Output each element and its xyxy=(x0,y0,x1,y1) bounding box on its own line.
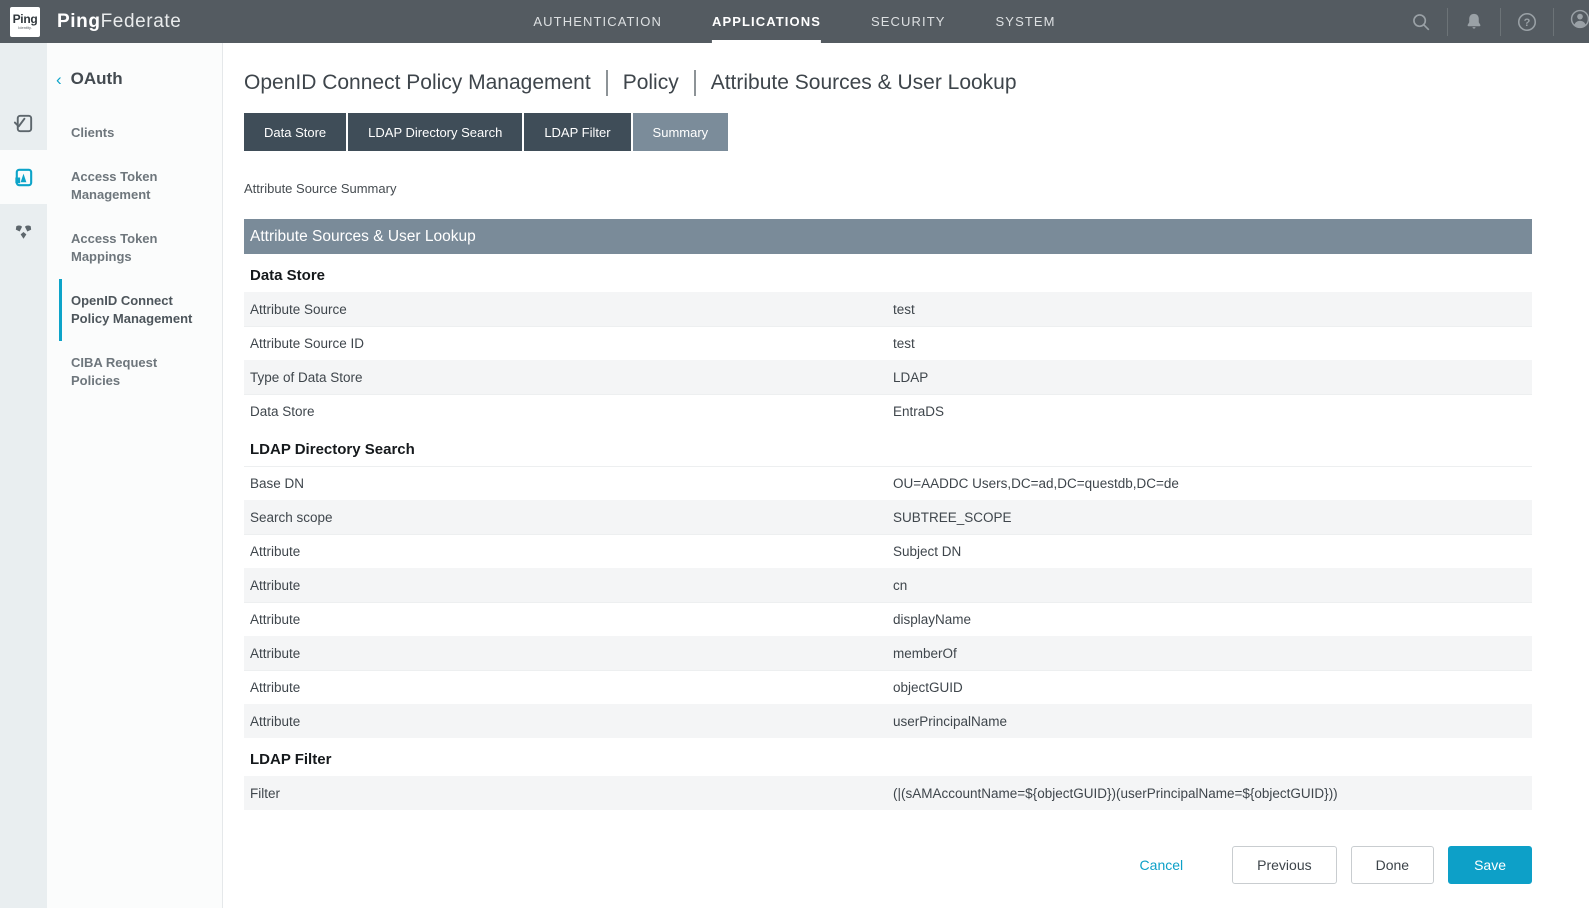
row-value: SUBTREE_SCOPE xyxy=(893,510,1532,525)
chevron-left-icon: ‹ xyxy=(56,71,62,88)
top-nav-applications[interactable]: APPLICATIONS xyxy=(712,0,821,43)
top-nav-bar: Ping Identity. PingFederate AUTHENTICATI… xyxy=(0,0,1589,43)
table-body: Data StoreAttribute SourcetestAttribute … xyxy=(244,267,1532,810)
breadcrumb-part: OpenID Connect Policy Management xyxy=(244,71,591,95)
row-label: Attribute xyxy=(244,578,893,593)
top-nav-authentication[interactable]: AUTHENTICATION xyxy=(533,0,662,43)
app-title-light: Federate xyxy=(101,11,182,32)
table-row: AttributeuserPrincipalName xyxy=(244,704,1532,738)
row-value: Subject DN xyxy=(893,544,1532,559)
sidebar-item-access-token-management[interactable]: Access Token Management xyxy=(59,155,222,217)
sidebar-items: ClientsAccess Token ManagementAccess Tok… xyxy=(47,111,222,403)
top-nav-system[interactable]: SYSTEM xyxy=(996,0,1056,43)
row-value: LDAP xyxy=(893,370,1532,385)
row-value: test xyxy=(893,336,1532,351)
breadcrumb-separator xyxy=(694,70,696,96)
table-row: AttributeobjectGUID xyxy=(244,670,1532,704)
row-value: cn xyxy=(893,578,1532,593)
sidebar-item-clients[interactable]: Clients xyxy=(59,111,222,155)
row-label: Search scope xyxy=(244,510,893,525)
table-row: Search scopeSUBTREE_SCOPE xyxy=(244,500,1532,534)
row-value: EntraDS xyxy=(893,404,1532,419)
row-label: Attribute xyxy=(244,714,893,729)
user-avatar-icon[interactable] xyxy=(1569,8,1589,30)
section-title-ldap-directory-search: LDAP Directory Search xyxy=(250,441,1532,458)
table-row: Attribute Sourcetest xyxy=(244,292,1532,326)
table-row: Data StoreEntraDS xyxy=(244,394,1532,428)
previous-button[interactable]: Previous xyxy=(1232,846,1336,884)
token-document-icon[interactable] xyxy=(0,150,47,204)
summary-label: Attribute Source Summary xyxy=(244,181,1532,196)
table-row: Base DNOU=AADDC Users,DC=ad,DC=questdb,D… xyxy=(244,466,1532,500)
row-label: Attribute xyxy=(244,680,893,695)
svg-text:?: ? xyxy=(1524,17,1531,29)
summary-table: Attribute Sources & User Lookup Data Sto… xyxy=(244,219,1532,810)
top-nav-security[interactable]: SECURITY xyxy=(871,0,946,43)
ping-identity-logo: Ping Identity. xyxy=(10,7,40,37)
tab-summary[interactable]: Summary xyxy=(633,113,729,151)
row-label: Filter xyxy=(244,786,893,801)
table-row: Attribute Source IDtest xyxy=(244,326,1532,360)
app-title: PingFederate xyxy=(57,11,181,33)
tab-ldap-filter[interactable]: LDAP Filter xyxy=(524,113,630,151)
done-button[interactable]: Done xyxy=(1351,846,1434,884)
app-title-bold: Ping xyxy=(57,11,101,32)
wizard-tabs: Data StoreLDAP Directory SearchLDAP Filt… xyxy=(244,113,1532,151)
main-content: OpenID Connect Policy Management Policy At… xyxy=(223,43,1589,908)
clipboard-check-icon[interactable] xyxy=(0,96,47,150)
row-label: Attribute Source xyxy=(244,302,893,317)
icon-rail xyxy=(0,43,47,908)
tab-data-store[interactable]: Data Store xyxy=(244,113,346,151)
tab-ldap-directory-search[interactable]: LDAP Directory Search xyxy=(348,113,522,151)
sidebar-back-oauth[interactable]: ‹ OAuth xyxy=(56,69,222,89)
row-value: userPrincipalName xyxy=(893,714,1532,729)
breadcrumb-separator xyxy=(606,70,608,96)
icon-divider xyxy=(1500,8,1501,36)
table-row: AttributedisplayName xyxy=(244,602,1532,636)
row-value: memberOf xyxy=(893,646,1532,661)
cancel-link[interactable]: Cancel xyxy=(1140,857,1184,873)
row-value: test xyxy=(893,302,1532,317)
mappings-shield-icon[interactable] xyxy=(0,204,47,258)
breadcrumb-part: Attribute Sources & User Lookup xyxy=(711,71,1017,95)
avatar-clip xyxy=(1569,8,1589,35)
row-label: Data Store xyxy=(244,404,893,419)
sidebar-item-ciba-request-policies[interactable]: CIBA Request Policies xyxy=(59,341,222,403)
sidebar: ‹ OAuth ClientsAccess Token ManagementAc… xyxy=(47,43,223,908)
table-header: Attribute Sources & User Lookup xyxy=(244,219,1532,254)
top-nav-icons: ? xyxy=(1410,0,1589,43)
row-value: objectGUID xyxy=(893,680,1532,695)
row-label: Type of Data Store xyxy=(244,370,893,385)
footer-actions: Cancel Previous Done Save xyxy=(244,846,1532,884)
section-title-data-store: Data Store xyxy=(250,267,1532,284)
row-label: Attribute xyxy=(244,544,893,559)
logo-subtext: Identity. xyxy=(18,25,32,30)
breadcrumb-part: Policy xyxy=(623,71,679,95)
row-value: displayName xyxy=(893,612,1532,627)
top-nav-items: AUTHENTICATION APPLICATIONS SECURITY SYSTEM xyxy=(533,0,1055,43)
save-button[interactable]: Save xyxy=(1448,846,1532,884)
row-label: Attribute Source ID xyxy=(244,336,893,351)
table-row: Type of Data StoreLDAP xyxy=(244,360,1532,394)
breadcrumb: OpenID Connect Policy Management Policy At… xyxy=(244,70,1532,96)
icon-divider xyxy=(1447,8,1448,36)
table-row: Attributecn xyxy=(244,568,1532,602)
row-label: Attribute xyxy=(244,612,893,627)
sidebar-item-openid-connect-policy-management[interactable]: OpenID Connect Policy Management xyxy=(59,279,222,341)
logo-text: Ping xyxy=(13,14,38,25)
bell-icon[interactable] xyxy=(1463,11,1485,33)
search-icon[interactable] xyxy=(1410,11,1432,33)
table-row: AttributeSubject DN xyxy=(244,534,1532,568)
row-value: (|(sAMAccountName=${objectGUID})(userPri… xyxy=(893,786,1532,801)
row-value: OU=AADDC Users,DC=ad,DC=questdb,DC=de xyxy=(893,476,1532,491)
help-icon[interactable]: ? xyxy=(1516,11,1538,33)
sidebar-section-title: OAuth xyxy=(71,69,123,89)
section-title-ldap-filter: LDAP Filter xyxy=(250,751,1532,768)
row-label: Attribute xyxy=(244,646,893,661)
row-label: Base DN xyxy=(244,476,893,491)
icon-divider xyxy=(1553,8,1554,36)
table-row: Filter(|(sAMAccountName=${objectGUID})(u… xyxy=(244,776,1532,810)
table-row: AttributememberOf xyxy=(244,636,1532,670)
sidebar-item-access-token-mappings[interactable]: Access Token Mappings xyxy=(59,217,222,279)
